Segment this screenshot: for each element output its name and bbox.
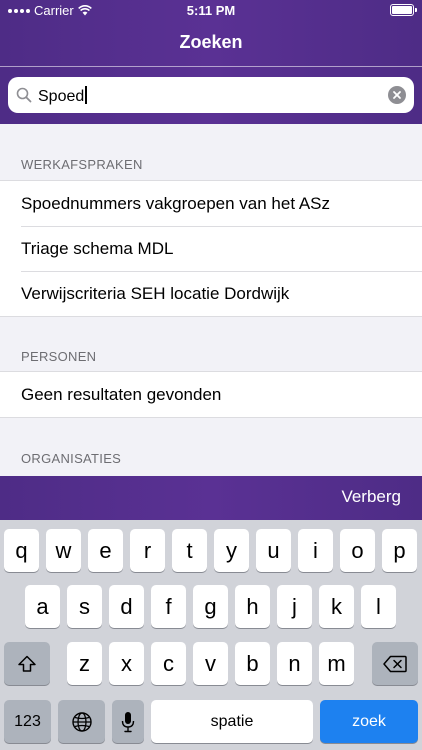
key-k[interactable]: k [319,585,354,628]
backspace-icon [383,655,407,672]
keyboard-accessory-bar: Verberg [0,476,422,520]
key-h[interactable]: h [235,585,270,628]
key-f[interactable]: f [151,585,186,628]
globe-icon [71,711,92,732]
dictation-key[interactable] [112,700,144,743]
backspace-key[interactable] [372,642,418,685]
search-value: Spoed [38,88,85,105]
key-x[interactable]: x [109,642,144,685]
status-bar: Carrier 5:11 PM [0,0,422,22]
nav-divider [0,66,422,67]
battery-icon [390,4,417,16]
key-d[interactable]: d [109,585,144,628]
shift-icon [18,655,36,672]
key-j[interactable]: j [277,585,312,628]
list-item[interactable]: Spoednummers vakgroepen van het ASz [0,181,422,226]
werkafspraken-list: Spoednummers vakgroepen van het ASz Tria… [0,180,422,317]
key-w[interactable]: w [46,529,81,572]
key-l[interactable]: l [361,585,396,628]
keyboard: q w e r t y u i o p a s d f g h j k l z … [0,520,422,750]
key-g[interactable]: g [193,585,228,628]
key-b[interactable]: b [235,642,270,685]
no-results-label: Geen resultaten gevonden [21,385,222,404]
key-r[interactable]: r [130,529,165,572]
key-z[interactable]: z [67,642,102,685]
search-return-key[interactable]: zoek [320,700,418,743]
key-a[interactable]: a [25,585,60,628]
microphone-icon [121,711,135,732]
key-m[interactable]: m [319,642,354,685]
space-key[interactable]: spatie [151,700,313,743]
text-cursor [85,86,88,104]
globe-key[interactable] [58,700,105,743]
key-u[interactable]: u [256,529,291,572]
personen-list: Geen resultaten gevonden [0,371,422,418]
key-y[interactable]: y [214,529,249,572]
key-v[interactable]: v [193,642,228,685]
status-time: 5:11 PM [186,3,236,18]
shift-key[interactable] [4,642,50,685]
search-input[interactable]: Spoed [38,86,88,106]
search-field[interactable]: Spoed [8,77,414,113]
section-header-organisaties: ORGANISATIES [21,451,122,466]
section-header-personen: PERSONEN [21,349,97,364]
hide-keyboard-button[interactable]: Verberg [341,487,401,507]
key-c[interactable]: c [151,642,186,685]
header: Carrier 5:11 PM Zoeken Spoed [0,0,422,124]
search-icon [16,87,32,103]
key-s[interactable]: s [67,585,102,628]
clear-icon[interactable] [388,86,406,104]
key-o[interactable]: o [340,529,375,572]
section-header-werkafspraken: WERKAFSPRAKEN [21,157,143,172]
page-title: Zoeken [179,32,243,52]
key-i[interactable]: i [298,529,333,572]
list-item[interactable]: Verwijscriteria SEH locatie Dordwijk [0,271,422,316]
key-q[interactable]: q [4,529,39,572]
key-t[interactable]: t [172,529,207,572]
numbers-key[interactable]: 123 [4,700,51,743]
key-e[interactable]: e [88,529,123,572]
key-n[interactable]: n [277,642,312,685]
list-item[interactable]: Triage schema MDL [0,226,422,271]
key-p[interactable]: p [382,529,417,572]
